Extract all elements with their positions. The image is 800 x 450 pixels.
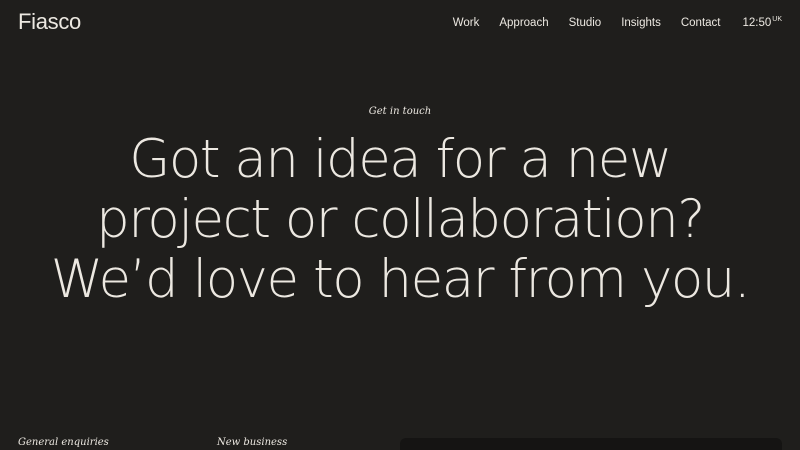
nav-studio[interactable]: Studio: [569, 17, 602, 29]
contact-form-panel: [400, 438, 782, 450]
new-business-label: New business: [217, 437, 288, 448]
nav-approach[interactable]: Approach: [499, 17, 548, 29]
clock-region: UK: [772, 16, 782, 23]
general-enquiries-label: General enquiries: [18, 437, 109, 448]
section-eyebrow: Get in touch: [368, 106, 432, 117]
headline-line-2: project or collaboration?: [96, 189, 705, 250]
hero-headline: Got an idea for a new project or collabo…: [0, 130, 800, 310]
headline-line-1: Got an idea for a new: [129, 129, 672, 190]
nav-insights[interactable]: Insights: [621, 17, 661, 29]
contact-page: Fiasco Work Approach Studio Insights Con…: [0, 0, 800, 450]
headline-line-3: We’d love to hear from you.: [50, 249, 751, 310]
clock-time: 12:50: [742, 17, 772, 29]
brand-logo[interactable]: Fiasco: [18, 11, 81, 33]
nav-work[interactable]: Work: [453, 17, 480, 29]
nav-contact[interactable]: Contact: [681, 17, 721, 29]
site-header: Fiasco Work Approach Studio Insights Con…: [0, 0, 800, 46]
local-clock: 12:50 UK: [742, 16, 782, 29]
main-navigation: Work Approach Studio Insights Contact 12…: [433, 16, 782, 29]
contact-sections: General enquiries New business: [18, 437, 287, 448]
